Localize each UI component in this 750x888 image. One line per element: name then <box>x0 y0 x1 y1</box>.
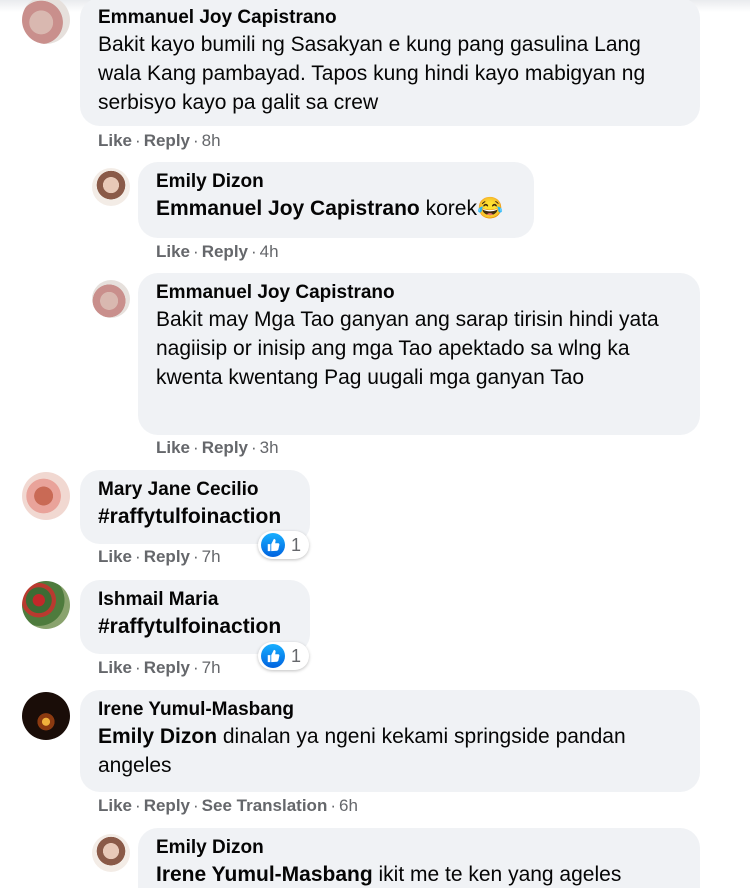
separator: · <box>135 131 141 150</box>
timestamp[interactable]: 3h <box>260 438 279 457</box>
separator: · <box>135 796 141 815</box>
reply-button[interactable]: Reply <box>144 796 190 815</box>
comment-text: Emily Dizon dinalan ya ngeni kekami spri… <box>98 722 682 780</box>
separator: · <box>251 438 257 457</box>
separator: · <box>135 547 141 566</box>
comment-actions: Like · Reply · 7h <box>98 547 221 567</box>
separator: · <box>193 796 199 815</box>
reply-button[interactable]: Reply <box>144 547 190 566</box>
reaction-summary[interactable]: 1 <box>258 642 310 670</box>
avatar[interactable] <box>22 581 70 629</box>
comment-actions: Like · Reply · 7h <box>98 658 221 678</box>
reply-button[interactable]: Reply <box>202 438 248 457</box>
timestamp[interactable]: 6h <box>339 796 358 815</box>
timestamp[interactable]: 4h <box>260 242 279 261</box>
separator: · <box>193 131 199 150</box>
separator: · <box>193 242 199 261</box>
comment-author[interactable]: Ishmail Maria <box>98 588 292 612</box>
reply-button[interactable]: Reply <box>144 131 190 150</box>
like-button[interactable]: Like <box>156 438 190 457</box>
reply-button[interactable]: Reply <box>144 658 190 677</box>
comment-author[interactable]: Mary Jane Cecilio <box>98 478 292 502</box>
timestamp[interactable]: 7h <box>202 547 221 566</box>
comment-bubble: Emily Dizon Emmanuel Joy Capistrano kore… <box>138 162 534 238</box>
comment-text: Irene Yumul-Masbang ikit me te ken yang … <box>156 860 682 888</box>
timestamp[interactable]: 7h <box>202 658 221 677</box>
avatar[interactable] <box>92 168 130 206</box>
avatar[interactable] <box>22 472 70 520</box>
comment-actions: Like · Reply · 8h <box>98 131 221 151</box>
reaction-count: 1 <box>291 645 302 666</box>
comment-text[interactable]: #raffytulfoinaction <box>98 502 292 531</box>
avatar[interactable] <box>22 0 70 44</box>
comment-bubble: Emmanuel Joy Capistrano Bakit kayo bumil… <box>80 0 700 126</box>
avatar[interactable] <box>92 834 130 872</box>
separator: · <box>193 547 199 566</box>
comment-text: Emmanuel Joy Capistrano korek😂 <box>156 194 516 223</box>
separator: · <box>135 658 141 677</box>
comment-text[interactable]: #raffytulfoinaction <box>98 612 292 641</box>
timestamp[interactable]: 8h <box>202 131 221 150</box>
comment-bubble: Emmanuel Joy Capistrano Bakit may Mga Ta… <box>138 273 700 435</box>
comment-actions: Like · Reply · 3h <box>156 438 279 458</box>
separator: · <box>330 796 337 815</box>
like-button[interactable]: Like <box>98 658 132 677</box>
separator: · <box>193 658 199 677</box>
comment-body: korek <box>425 197 477 220</box>
comment-author[interactable]: Emily Dizon <box>156 836 682 860</box>
comment-text: Bakit may Mga Tao ganyan ang sarap tiris… <box>156 308 659 389</box>
comment-actions: Like · Reply · See Translation · 6h <box>98 796 358 816</box>
separator: · <box>193 438 199 457</box>
comment-body: ikit me te ken yang ageles <box>378 863 622 886</box>
comment-bubble: Emily Dizon Irene Yumul-Masbang ikit me … <box>138 828 700 888</box>
thumbs-up-icon <box>261 644 285 668</box>
comment-author[interactable]: Emmanuel Joy Capistrano <box>98 6 682 30</box>
avatar[interactable] <box>22 692 70 740</box>
see-translation-link[interactable]: See Translation <box>202 796 328 815</box>
comment-bubble: Irene Yumul-Masbang Emily Dizon dinalan … <box>80 690 700 792</box>
laughing-emoji-icon: 😂 <box>476 197 504 220</box>
mention-link[interactable]: Emily Dizon <box>98 725 217 748</box>
separator: · <box>251 242 257 261</box>
like-button[interactable]: Like <box>98 547 132 566</box>
thumbs-up-icon <box>261 533 285 557</box>
comment-author[interactable]: Emmanuel Joy Capistrano <box>156 281 682 305</box>
comment-author[interactable]: Emily Dizon <box>156 170 516 194</box>
like-button[interactable]: Like <box>98 796 132 815</box>
comment-author[interactable]: Irene Yumul-Masbang <box>98 698 682 722</box>
mention-link[interactable]: Emmanuel Joy Capistrano <box>156 197 420 220</box>
comment-text: Bakit kayo bumili ng Sasakyan e kung pan… <box>98 33 646 114</box>
reaction-count: 1 <box>291 534 302 555</box>
reaction-summary[interactable]: 1 <box>258 531 310 559</box>
mention-link[interactable]: Irene Yumul-Masbang <box>156 863 373 886</box>
avatar[interactable] <box>92 280 130 318</box>
comment-actions: Like · Reply · 4h <box>156 242 279 262</box>
reply-button[interactable]: Reply <box>202 242 248 261</box>
like-button[interactable]: Like <box>98 131 132 150</box>
like-button[interactable]: Like <box>156 242 190 261</box>
